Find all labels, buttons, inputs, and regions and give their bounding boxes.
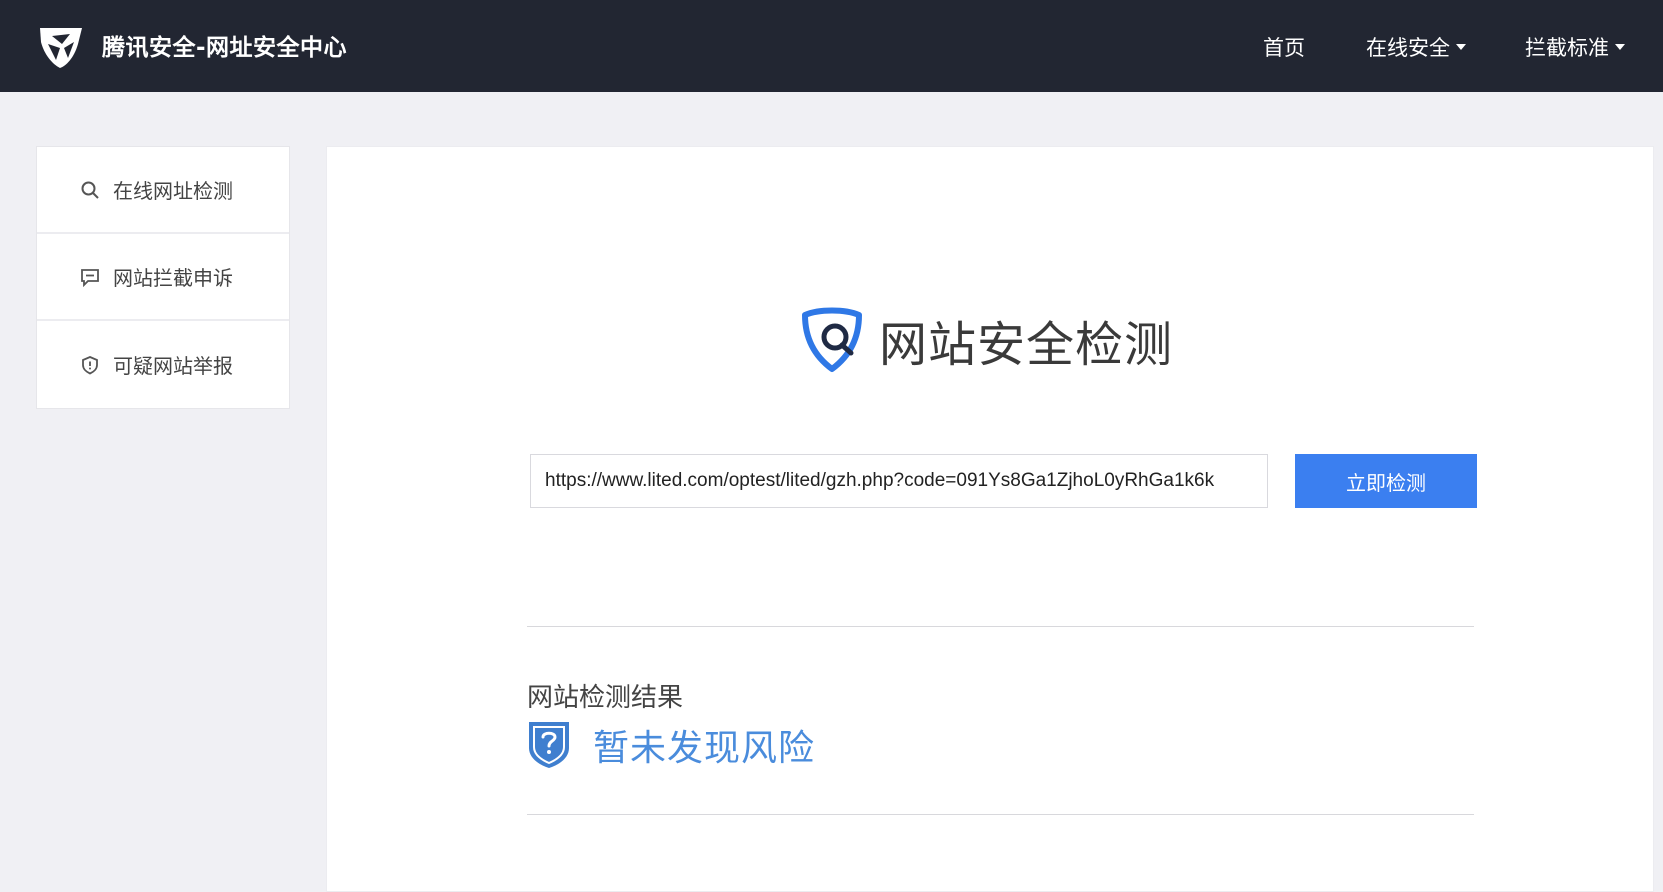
sidebar-item-label: 在线网址检测 <box>113 179 233 203</box>
shield-search-logo-icon <box>802 307 862 372</box>
result-status: 暂未发现风险 <box>593 728 816 769</box>
sidebar-item-report[interactable]: 可疑网站举报 <box>37 321 289 408</box>
page-title: 网站安全检测 <box>879 317 1174 373</box>
brand-title: 腾讯安全-网址安全中心 <box>102 35 348 61</box>
shield-question-icon <box>529 722 569 768</box>
search-icon <box>79 179 101 201</box>
shield-alert-icon <box>79 354 101 376</box>
divider <box>527 814 1474 815</box>
result-heading: 网站检测结果 <box>527 683 684 713</box>
chat-icon <box>79 266 101 288</box>
nav-block-standard[interactable]: 拦截标准 <box>1525 32 1625 62</box>
result-row: 暂未发现风险 <box>527 719 815 771</box>
caret-down-icon <box>1456 44 1466 50</box>
sidebar: 在线网址检测 网站拦截申诉 可疑网站举报 <box>36 146 290 409</box>
nav-online-security-label: 在线安全 <box>1366 36 1450 60</box>
url-input[interactable] <box>530 454 1268 508</box>
nav-block-standard-label: 拦截标准 <box>1525 36 1609 60</box>
brand[interactable]: 腾讯安全-网址安全中心 <box>34 18 347 72</box>
nav-online-security[interactable]: 在线安全 <box>1366 32 1466 62</box>
divider <box>527 626 1474 627</box>
top-navbar: 腾讯安全-网址安全中心 首页 在线安全 拦截标准 <box>0 0 1663 92</box>
nav-home[interactable]: 首页 <box>1263 32 1305 62</box>
caret-down-icon <box>1615 44 1625 50</box>
sidebar-item-appeal[interactable]: 网站拦截申诉 <box>37 234 289 321</box>
nav-home-label: 首页 <box>1263 36 1305 60</box>
sidebar-item-label: 可疑网站举报 <box>113 354 233 378</box>
hero: 网站安全检测 <box>797 305 1173 375</box>
detect-button[interactable]: 立即检测 <box>1295 454 1477 508</box>
sidebar-item-label: 网站拦截申诉 <box>113 266 233 290</box>
search-row: 立即检测 <box>530 454 1477 508</box>
sidebar-item-url-check[interactable]: 在线网址检测 <box>37 147 289 234</box>
tencent-security-logo-icon <box>40 28 82 68</box>
main-panel: 网站安全检测 立即检测 网站检测结果 暂未发现风险 <box>326 146 1654 892</box>
